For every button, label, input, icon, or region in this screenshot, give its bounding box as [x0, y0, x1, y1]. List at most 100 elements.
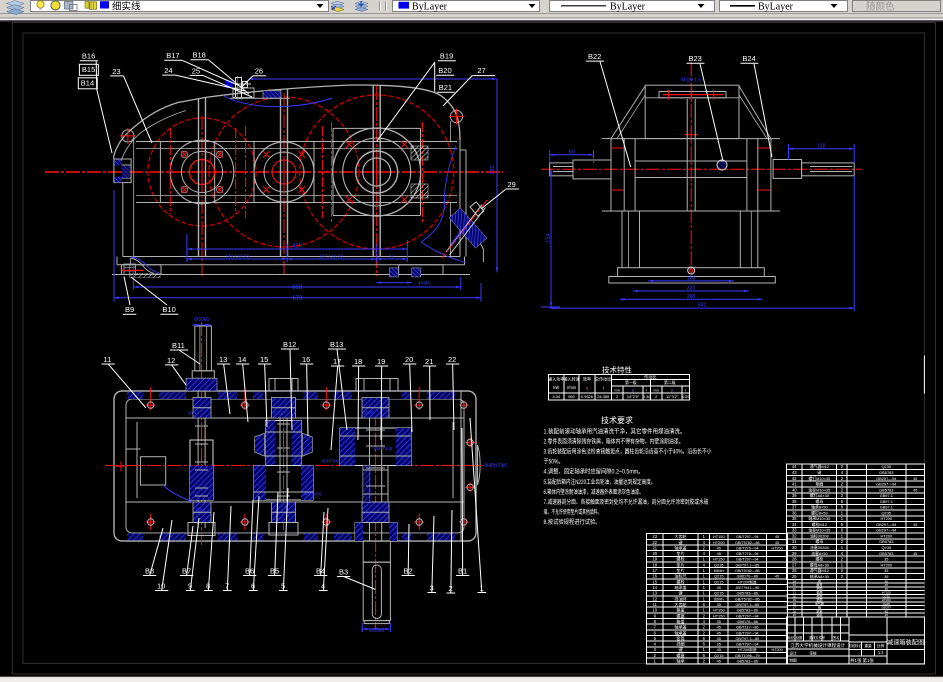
svg-text:螺钉8×50: 螺钉8×50: [811, 510, 828, 515]
svg-text:19: 19: [377, 357, 385, 366]
svg-text:B16: B16: [82, 52, 95, 61]
svg-text:GB97.1: GB97.1: [880, 499, 893, 504]
svg-text:45: 45: [913, 523, 917, 527]
svg-text:7.减速器剖分面、各接触面及密封处均不允许漏油，剖分面允许涂: 7.减速器剖分面、各接触面及密封处均不允许漏油，剖分面允许涂密封胶或水玻: [544, 498, 709, 506]
svg-text:垫片: 垫片: [676, 567, 684, 573]
svg-text:Φ40H7/k6: Φ40H7/k6: [484, 463, 507, 469]
svg-text:11°3'2": 11°3'2": [666, 394, 679, 399]
svg-text:GB5783: GB5783: [879, 539, 893, 544]
svg-text:HT200: HT200: [880, 562, 893, 567]
svg-text:细实线: 细实线: [112, 0, 141, 12]
svg-text:B14: B14: [81, 79, 94, 88]
svg-text:B20: B20: [438, 66, 451, 75]
svg-text:295: 295: [490, 165, 496, 174]
svg-text:轴承盖: 轴承盖: [674, 544, 686, 550]
svg-text:268: 268: [687, 294, 696, 300]
svg-text:通气器M12: 通气器M12: [810, 568, 829, 573]
svg-text:GB/T297—94: GB/T297—94: [736, 558, 759, 562]
svg-text:挡圈: 挡圈: [676, 641, 684, 647]
svg-text:20: 20: [653, 551, 658, 556]
svg-text:油标尺: 油标尺: [674, 573, 686, 579]
svg-text:14°2'9": 14°2'9": [627, 394, 640, 399]
svg-text:轴承M10×35: 轴承M10×35: [808, 516, 830, 521]
svg-text:大齿轮: 大齿轮: [674, 533, 686, 539]
svg-text:72H7: 72H7: [274, 411, 285, 416]
svg-text:设计: 设计: [789, 651, 797, 656]
svg-text:52: 52: [389, 253, 395, 259]
svg-text:B23: B23: [689, 54, 702, 63]
svg-text:34: 34: [792, 522, 797, 527]
svg-text:B13: B13: [330, 340, 343, 349]
svg-text:B24: B24: [742, 54, 755, 63]
svg-text:8.按试验规程进行试验。: 8.按试验规程进行试验。: [544, 518, 601, 526]
svg-text:B15: B15: [82, 65, 95, 74]
svg-text:GB/T297—94: GB/T297—94: [736, 643, 759, 647]
svg-text:油标30208: 油标30208: [810, 533, 829, 538]
svg-text:38: 38: [792, 499, 797, 504]
svg-text:HT200: HT200: [880, 516, 893, 521]
svg-text:阶段标记: 阶段标记: [849, 643, 863, 648]
svg-text:键: 键: [678, 646, 682, 652]
svg-text:通气器M12: 通气器M12: [810, 464, 829, 469]
svg-text:mn: mn: [654, 388, 659, 392]
svg-text:35: 35: [792, 516, 797, 521]
svg-text:B19: B19: [440, 52, 453, 61]
svg-text:45H7/r6: 45H7/r6: [321, 459, 338, 465]
svg-text:44: 44: [792, 464, 797, 469]
svg-text:处数: 处数: [796, 635, 803, 640]
svg-text:GB297—94: GB297—94: [876, 528, 897, 533]
svg-text:r/min: r/min: [567, 385, 577, 390]
svg-text:键: 键: [678, 539, 682, 545]
svg-text:HT200制造: HT200制造: [738, 647, 757, 652]
svg-text:Q215: Q215: [714, 591, 724, 596]
svg-text:45: 45: [913, 488, 917, 492]
svg-text:总传动比: 总传动比: [595, 376, 611, 382]
svg-text:输入转速: 输入转速: [563, 376, 579, 382]
svg-text:HT200: HT200: [880, 533, 893, 538]
svg-text:HT150: HT150: [713, 534, 726, 539]
svg-text:螺栓: 螺栓: [815, 557, 823, 562]
svg-text:608: 608: [292, 285, 303, 291]
svg-text:25: 25: [792, 574, 797, 579]
svg-text:2.零件表面须清除残存铁屑，箱体内不得有杂物，内壁涂耐油漆。: 2.零件表面须清除残存铁屑，箱体内不得有杂物，内壁涂耐油漆。: [544, 438, 684, 446]
svg-text:i: i: [603, 386, 604, 391]
svg-text:HT200: HT200: [772, 648, 783, 652]
svg-text:B3: B3: [339, 567, 348, 576]
svg-text:30: 30: [792, 545, 797, 550]
svg-text:4.04: 4.04: [553, 394, 561, 399]
svg-text:油塞30208: 油塞30208: [810, 545, 829, 550]
svg-text:GB/T276—94: GB/T276—94: [736, 546, 759, 550]
svg-text:100H7: 100H7: [360, 411, 374, 416]
svg-text:4.调整、固定轴承时应留间隙0.2~0.5mm。: 4.调整、固定轴承时应留间隙0.2~0.5mm。: [544, 468, 644, 476]
svg-text:45: 45: [717, 647, 721, 652]
svg-text:Q215: Q215: [714, 653, 724, 658]
svg-text:40H7/r6: 40H7/r6: [304, 492, 321, 498]
svg-text:45: 45: [717, 659, 721, 664]
svg-text:13: 13: [219, 355, 227, 364]
svg-text:GB/T297—94: GB/T297—94: [736, 614, 759, 618]
svg-text:螺栓M12: 螺栓M12: [812, 522, 827, 527]
svg-text:GB97.1: GB97.1: [880, 493, 893, 498]
svg-text:GB/T97.1—85: GB/T97.1—85: [736, 563, 760, 567]
svg-text:油标M10×35: 油标M10×35: [808, 487, 830, 492]
svg-text:GB5783: GB5783: [879, 470, 893, 475]
svg-text:GB5783—86: GB5783—86: [737, 609, 758, 613]
svg-text:M6: M6: [365, 511, 372, 516]
svg-text:31: 31: [792, 539, 797, 544]
svg-text:35: 35: [884, 557, 888, 562]
svg-text:GB6170—86: GB6170—86: [737, 575, 758, 579]
svg-text:11: 11: [104, 355, 112, 364]
svg-text:164: 164: [687, 275, 696, 281]
svg-text:B10: B10: [162, 305, 175, 314]
svg-text:Q235: Q235: [882, 510, 892, 515]
svg-text:17: 17: [653, 568, 658, 573]
svg-text:15: 15: [653, 579, 658, 584]
svg-text:螺栓: 螺栓: [676, 556, 684, 562]
svg-text:mn: mn: [615, 388, 620, 392]
svg-text:HT200制造: HT200制造: [738, 579, 757, 584]
svg-text:江苏大学机械设计课程设计: 江苏大学机械设计课程设计: [790, 642, 846, 649]
svg-text:11: 11: [653, 602, 658, 607]
svg-text:ByLayer: ByLayer: [610, 2, 646, 13]
svg-text:箱盖: 箱盖: [676, 607, 684, 613]
svg-text:16: 16: [302, 355, 310, 364]
